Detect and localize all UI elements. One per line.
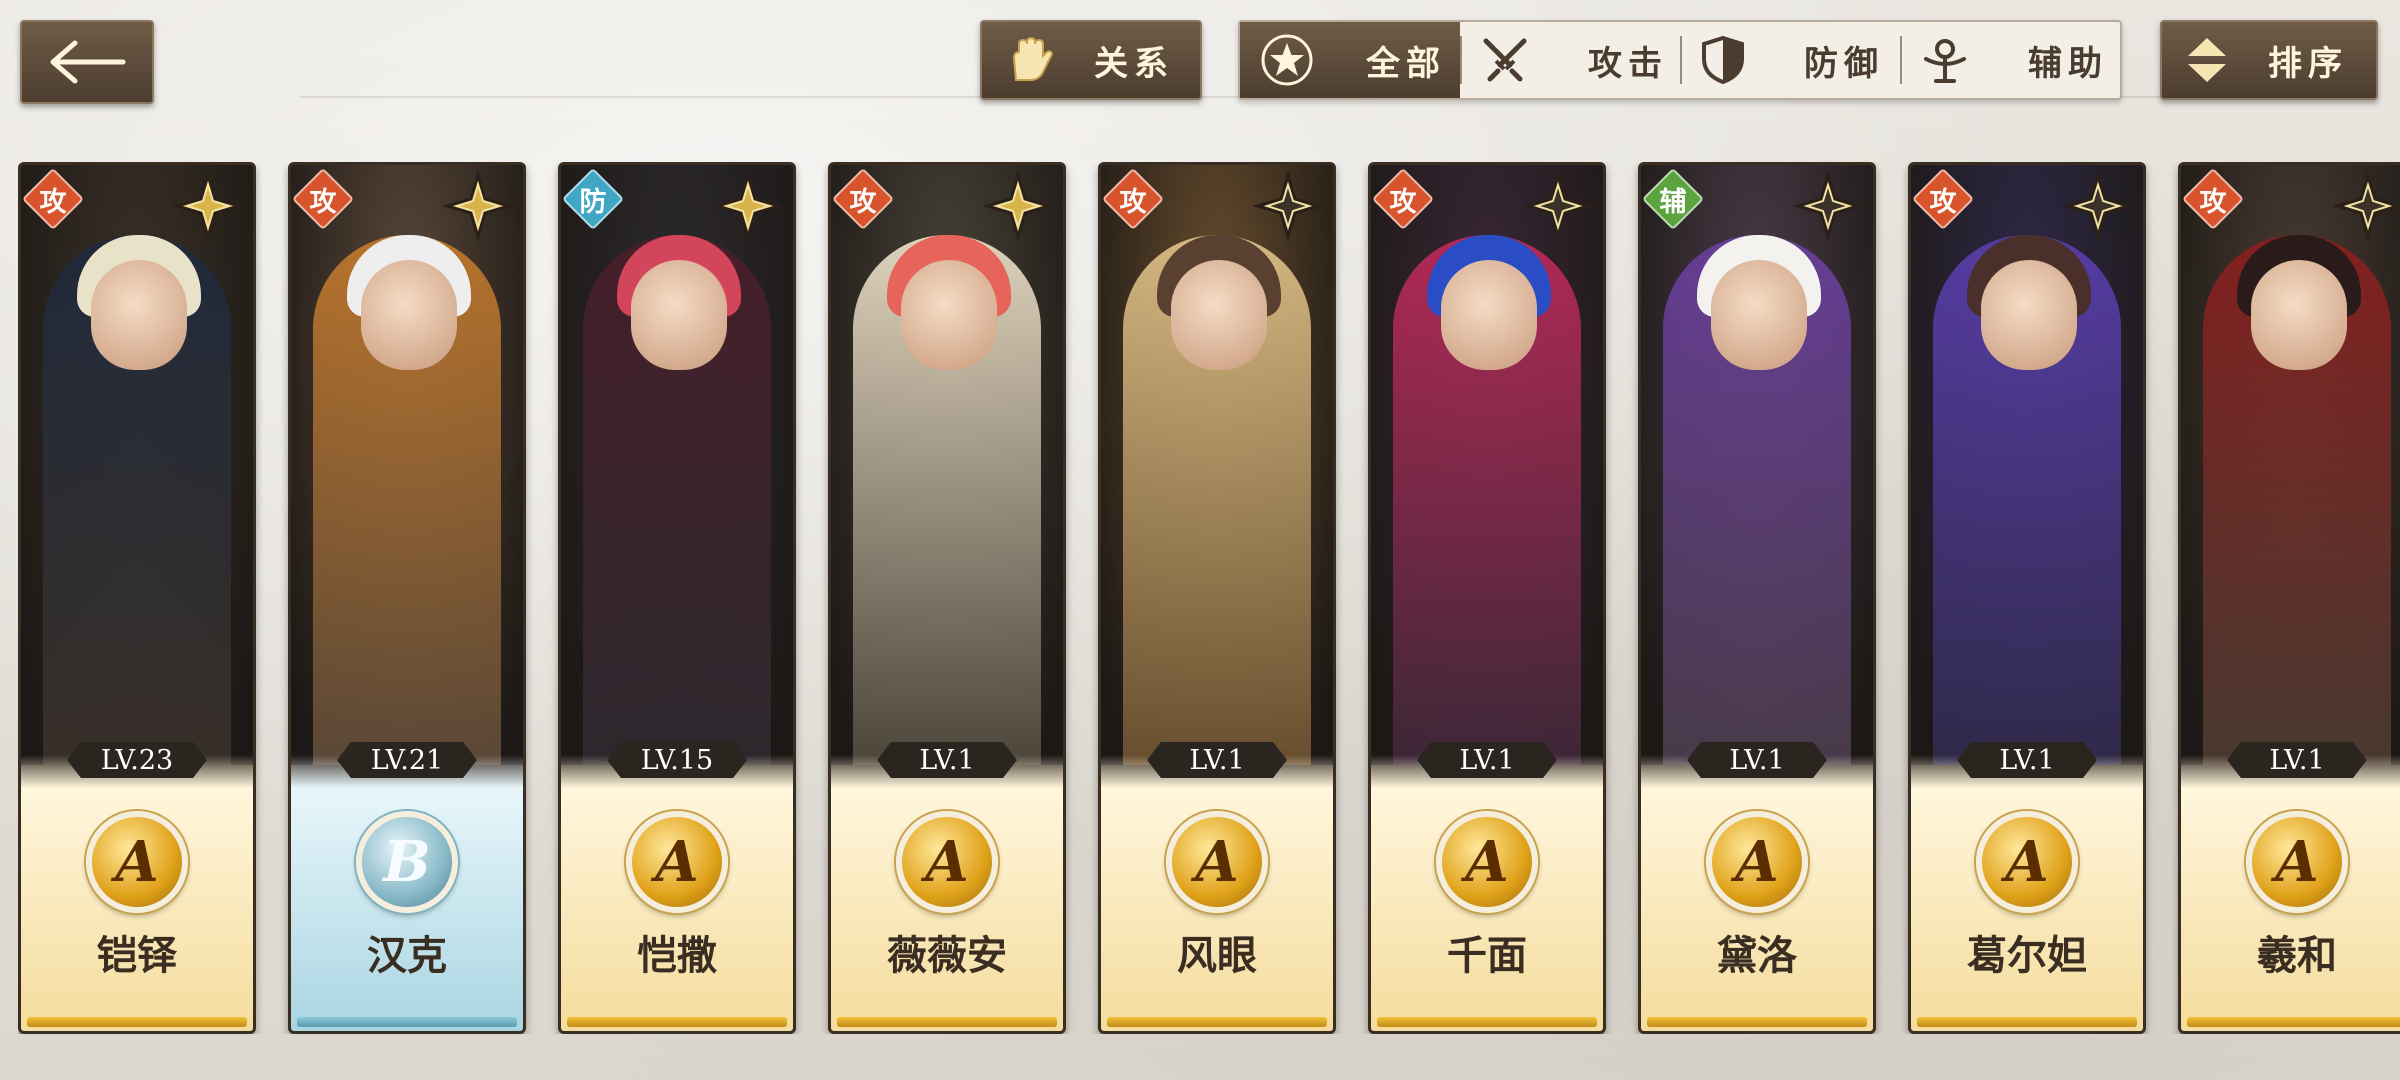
level-label: LV.15	[607, 742, 747, 778]
star-rank-icon	[713, 171, 783, 241]
relation-label: 关系	[1094, 43, 1174, 84]
role-badge-label: 攻	[1389, 186, 1417, 218]
star-circle-icon	[1261, 34, 1313, 86]
character-name: 薇薇安	[887, 933, 1007, 979]
tab-support-label: 辅助	[2028, 43, 2108, 84]
tab-all-label: 全部	[1366, 43, 1446, 84]
character-name: 黛洛	[1717, 933, 1797, 979]
grade-medal: A	[1976, 811, 2078, 913]
role-filter-tabs: 全部 攻击 防御 辅助	[1238, 20, 2122, 100]
character-card[interactable]: 攻 LV.1 A 千面	[1368, 162, 1606, 1034]
grade-medal: A	[626, 811, 728, 913]
level-label: LV.1	[1417, 742, 1557, 778]
card-bottom-bar	[1107, 1017, 1327, 1027]
character-card[interactable]: 攻 LV.1 A 薇薇安	[828, 162, 1066, 1034]
character-portrait	[561, 165, 793, 765]
role-badge-label: 攻	[309, 186, 337, 218]
character-portrait	[2181, 165, 2400, 765]
crossed-swords-icon	[1483, 38, 1527, 82]
character-name: 铠铎	[97, 933, 177, 979]
character-card-list: 攻 LV.23 A 铠铎 攻 LV.21 B 汉克 防 LV.15 A 恺撒 攻 LV.1 A 薇薇安 攻 LV.…	[18, 162, 2400, 1034]
character-card[interactable]: 攻 LV.23 A 铠铎	[18, 162, 256, 1034]
relation-button[interactable]: 关系	[980, 20, 1202, 100]
star-rank-icon	[2333, 171, 2400, 241]
level-label: LV.1	[1147, 742, 1287, 778]
character-card[interactable]: 攻 LV.1 A 风眼	[1098, 162, 1336, 1034]
sort-updown-icon	[2188, 38, 2226, 82]
star-rank-icon	[173, 171, 243, 241]
sort-button[interactable]: 排序	[2160, 20, 2378, 100]
character-card[interactable]: 攻 LV.1 A 羲和	[2178, 162, 2400, 1034]
role-badge-label: 攻	[2199, 186, 2227, 218]
grade-medal: A	[1166, 811, 1268, 913]
card-bottom-bar	[837, 1017, 1057, 1027]
sort-label: 排序	[2268, 43, 2348, 84]
level-label: LV.21	[337, 742, 477, 778]
support-figure-icon	[1924, 39, 1966, 83]
star-rank-icon	[1793, 171, 1863, 241]
level-label: LV.1	[1687, 742, 1827, 778]
character-name: 羲和	[2257, 933, 2337, 979]
grade-medal: B	[356, 811, 458, 913]
tab-defense[interactable]: 防御	[1680, 22, 1900, 98]
arrow-left-icon	[50, 40, 126, 84]
grade-medal: A	[86, 811, 188, 913]
card-bottom-bar	[27, 1017, 247, 1027]
grade-medal: A	[896, 811, 998, 913]
card-bottom-bar	[1647, 1017, 1867, 1027]
tab-attack-label: 攻击	[1588, 43, 1668, 84]
character-portrait	[291, 165, 523, 765]
character-name: 恺撒	[637, 933, 717, 979]
character-card[interactable]: 攻 LV.21 B 汉克	[288, 162, 526, 1034]
level-label: LV.1	[877, 742, 1017, 778]
role-badge-label: 辅	[1659, 186, 1687, 218]
character-portrait	[1101, 165, 1333, 765]
shield-icon	[1702, 35, 1744, 85]
star-rank-icon	[443, 171, 513, 241]
level-label: LV.1	[2227, 742, 2367, 778]
grade-medal: A	[2246, 811, 2348, 913]
character-portrait	[1371, 165, 1603, 765]
tab-all[interactable]: 全部	[1240, 22, 1460, 98]
card-bottom-bar	[297, 1017, 517, 1027]
back-button[interactable]	[20, 20, 154, 104]
star-rank-icon	[1253, 171, 1323, 241]
character-card[interactable]: 攻 LV.1 A 葛尔妲	[1908, 162, 2146, 1034]
card-bottom-bar	[567, 1017, 787, 1027]
tab-support[interactable]: 辅助	[1900, 22, 2120, 98]
star-rank-icon	[1523, 171, 1593, 241]
character-name: 汉克	[367, 933, 447, 979]
tab-defense-label: 防御	[1804, 43, 1884, 84]
card-bottom-bar	[1377, 1017, 1597, 1027]
character-portrait	[831, 165, 1063, 765]
level-label: LV.23	[67, 742, 207, 778]
role-badge-label: 攻	[1119, 186, 1147, 218]
glove-icon	[1012, 36, 1054, 81]
star-rank-icon	[2063, 171, 2133, 241]
role-badge-label: 攻	[1929, 186, 1957, 218]
card-bottom-bar	[1917, 1017, 2137, 1027]
tab-attack[interactable]: 攻击	[1460, 22, 1680, 98]
character-name: 风眼	[1177, 933, 1257, 979]
role-badge-label: 攻	[39, 186, 67, 218]
star-rank-icon	[983, 171, 1053, 241]
character-card[interactable]: 防 LV.15 A 恺撒	[558, 162, 796, 1034]
card-bottom-bar	[2187, 1017, 2400, 1027]
role-badge-label: 攻	[849, 186, 877, 218]
grade-medal: A	[1706, 811, 1808, 913]
grade-medal: A	[1436, 811, 1538, 913]
character-name: 葛尔妲	[1967, 933, 2087, 979]
character-card[interactable]: 辅 LV.1 A 黛洛	[1638, 162, 1876, 1034]
character-portrait	[21, 165, 253, 765]
character-portrait	[1641, 165, 1873, 765]
character-portrait	[1911, 165, 2143, 765]
level-label: LV.1	[1957, 742, 2097, 778]
character-name: 千面	[1447, 933, 1527, 979]
role-badge-label: 防	[579, 186, 607, 218]
